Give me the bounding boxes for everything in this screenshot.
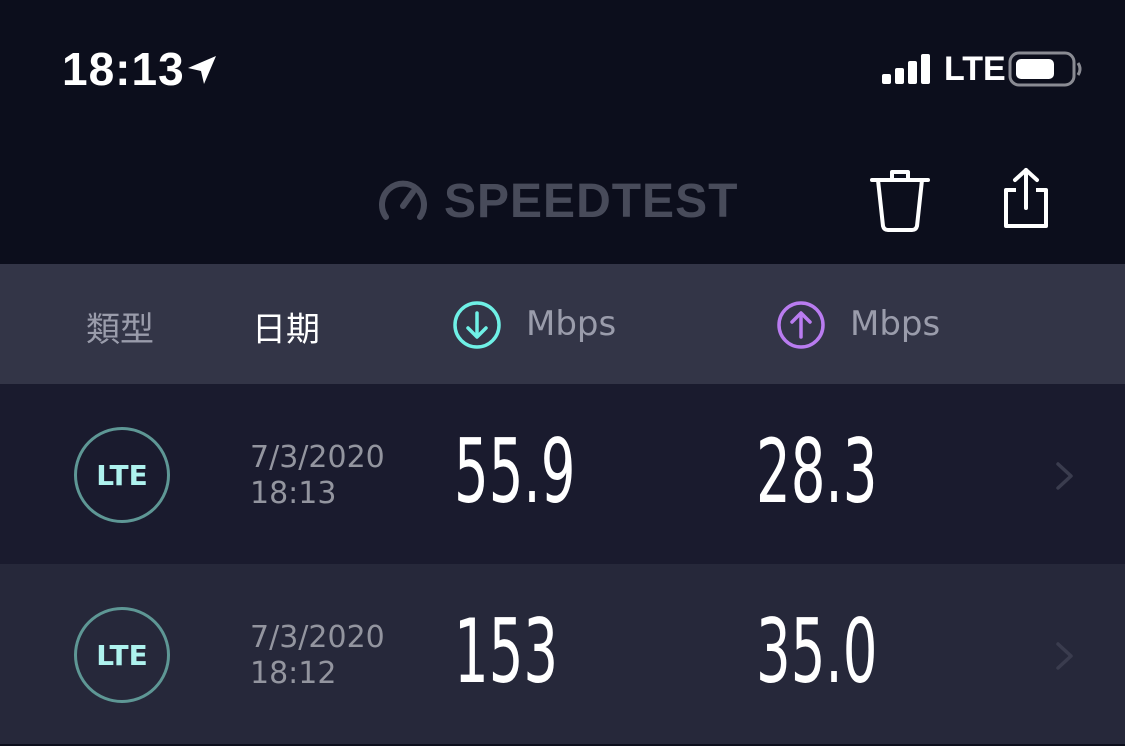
- chevron-right-icon: [1056, 642, 1073, 670]
- connection-type-label: LTE: [96, 638, 148, 672]
- result-download-speed: 55.9: [454, 420, 576, 523]
- result-download-speed: 153: [454, 600, 559, 703]
- column-date[interactable]: 日期: [252, 302, 320, 351]
- location-arrow-icon: [188, 56, 216, 84]
- column-download-unit[interactable]: Mbps: [526, 304, 616, 344]
- share-icon[interactable]: [996, 166, 1056, 230]
- results-column-header: 類型 日期 Mbps Mbps: [0, 264, 1125, 384]
- carrier-label: LTE: [944, 50, 1006, 88]
- status-bar: 18:13 LTE: [0, 0, 1125, 130]
- connection-type-badge: LTE: [74, 607, 170, 703]
- result-date: 7/3/2020: [250, 620, 385, 655]
- result-time: 18:12: [250, 656, 337, 691]
- connection-type-badge: LTE: [74, 427, 170, 523]
- upload-arrow-icon[interactable]: [776, 300, 826, 350]
- result-date: 7/3/2020: [250, 440, 385, 475]
- column-type[interactable]: 類型: [86, 302, 154, 351]
- chevron-right-icon: [1056, 462, 1073, 490]
- result-row[interactable]: LTE 7/3/2020 18:12 153 35.0: [0, 564, 1125, 744]
- logo-text: SPEEDTEST: [444, 174, 739, 228]
- result-time: 18:13: [250, 476, 337, 511]
- status-time: 18:13: [62, 43, 185, 95]
- column-upload-unit[interactable]: Mbps: [850, 304, 940, 344]
- battery-icon: [1008, 51, 1082, 87]
- signal-bars-icon: [882, 54, 930, 84]
- result-upload-speed: 35.0: [756, 600, 878, 703]
- connection-type-label: LTE: [96, 458, 148, 492]
- speedtest-logo: SPEEDTEST: [376, 174, 738, 228]
- result-row[interactable]: LTE 7/3/2020 18:13 55.9 28.3: [0, 384, 1125, 564]
- speedometer-icon: [379, 180, 427, 220]
- download-arrow-icon[interactable]: [452, 300, 502, 350]
- app-header: SPEEDTEST: [0, 130, 1125, 264]
- trash-icon[interactable]: [866, 166, 934, 236]
- result-upload-speed: 28.3: [756, 420, 878, 523]
